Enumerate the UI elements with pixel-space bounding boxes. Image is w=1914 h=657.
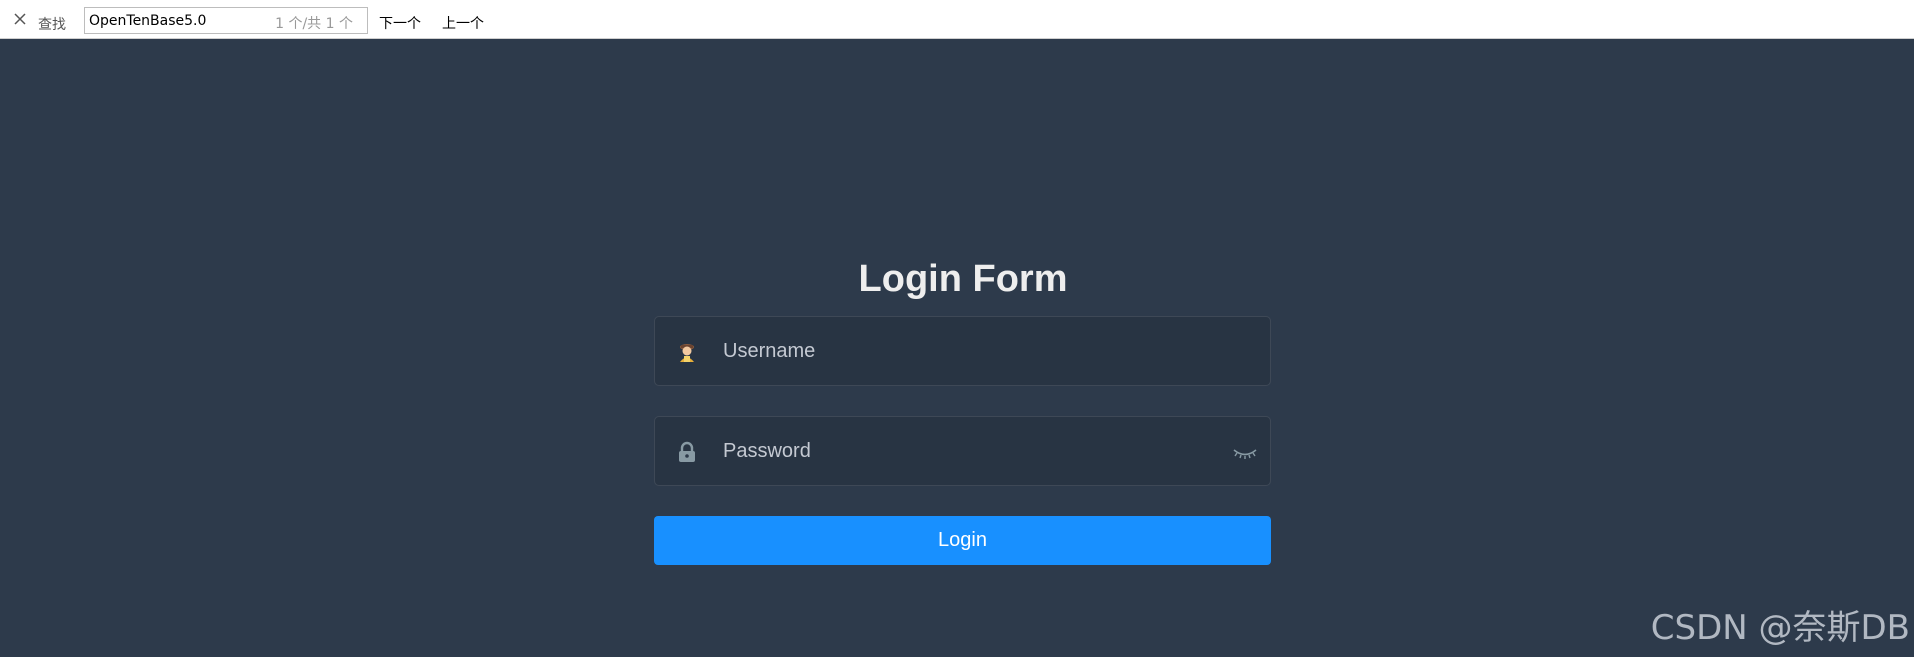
login-button[interactable]: Login	[654, 516, 1271, 565]
username-input[interactable]	[723, 331, 1203, 371]
find-input[interactable]	[85, 8, 259, 33]
password-field[interactable]	[654, 416, 1271, 486]
find-previous-button[interactable]: 上一个	[442, 13, 484, 33]
username-field[interactable]	[654, 316, 1271, 386]
find-next-button[interactable]: 下一个	[379, 13, 421, 33]
login-title: Login Form	[858, 258, 1068, 300]
lock-icon	[675, 440, 699, 464]
find-label: 查找	[38, 17, 66, 33]
find-match-count: 1 个/共 1 个	[275, 16, 353, 32]
user-icon	[675, 340, 699, 364]
close-icon[interactable]	[10, 9, 30, 29]
watermark: CSDN @奈斯DB	[1650, 608, 1910, 648]
find-bar: 查找 1 个/共 1 个 下一个 上一个	[0, 0, 1914, 39]
eye-closed-icon[interactable]	[1232, 441, 1258, 463]
find-input-wrapper: 1 个/共 1 个	[84, 7, 368, 34]
password-input[interactable]	[723, 431, 1203, 471]
